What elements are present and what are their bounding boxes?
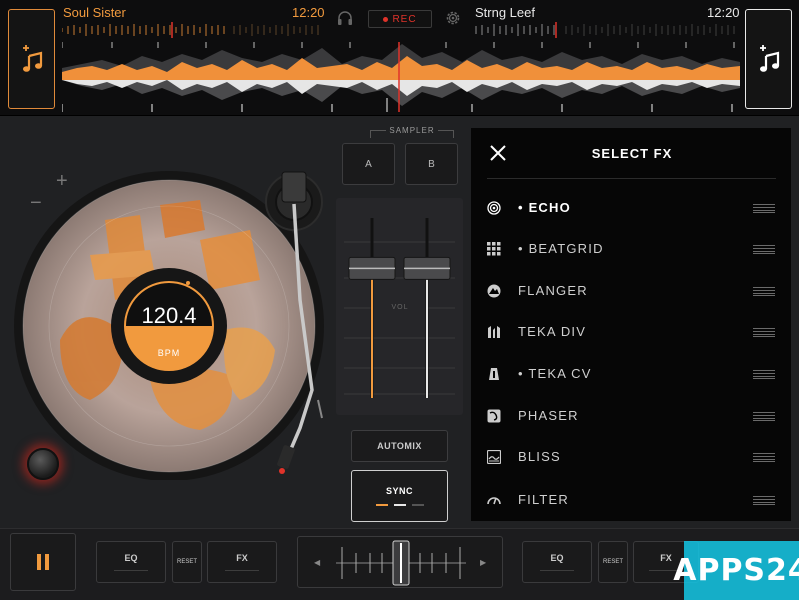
pause-icon bbox=[37, 554, 41, 570]
fx-panel-title: SELECT FX bbox=[591, 146, 673, 161]
crossfader[interactable]: ◀ ▶ bbox=[297, 536, 503, 588]
sampler-pad-a[interactable]: A bbox=[342, 143, 395, 185]
fx-item-label: PHASER bbox=[518, 408, 579, 423]
drag-handle-icon[interactable] bbox=[753, 328, 775, 337]
fx-item-label: TEKA DIV bbox=[518, 324, 587, 339]
sampler-label: SAMPLER bbox=[370, 126, 454, 135]
fx-label: FX bbox=[236, 553, 248, 563]
filter-icon bbox=[487, 497, 501, 505]
drag-handle-icon[interactable] bbox=[753, 496, 775, 505]
phaser-icon bbox=[487, 409, 501, 423]
jog-knob[interactable] bbox=[27, 448, 59, 480]
flanger-icon bbox=[487, 284, 501, 298]
deck-right-title: Strng Leef bbox=[475, 5, 535, 20]
reset-label: RESET bbox=[602, 559, 623, 565]
sync-indicator bbox=[375, 504, 424, 506]
fx-item-echo[interactable]: • ECHO bbox=[471, 192, 791, 226]
drag-handle-icon[interactable] bbox=[753, 412, 775, 421]
teka-cv-icon bbox=[489, 368, 499, 380]
eq-label: EQ bbox=[550, 553, 564, 563]
teka-div-icon bbox=[488, 326, 500, 338]
position-marker-icon bbox=[186, 281, 190, 285]
dj-app: Soul Sister 12:20 Strng Leef 12:20 REC +… bbox=[0, 0, 799, 600]
eq-right-button[interactable]: EQ bbox=[522, 541, 592, 583]
main-waveform bbox=[62, 42, 740, 112]
sync-label: SYNC bbox=[385, 486, 413, 496]
fx-item-beatgrid[interactable]: • BEATGRID bbox=[471, 233, 791, 267]
deck-right-time: 12:20 bbox=[707, 5, 740, 20]
deck-right-mini-waveform bbox=[475, 22, 735, 38]
echo-icon bbox=[487, 201, 501, 215]
add-music-icon bbox=[22, 45, 42, 72]
crossfader-track bbox=[336, 540, 466, 586]
eq-left-button[interactable]: EQ bbox=[96, 541, 166, 583]
fx-item-label: • TEKA CV bbox=[518, 366, 592, 381]
load-track-right-button[interactable] bbox=[745, 9, 792, 109]
fx-item-label: BLISS bbox=[518, 449, 561, 464]
bpm-value: 120.4 bbox=[141, 303, 197, 328]
fx-item-label: FLANGER bbox=[518, 283, 588, 298]
vol-label: VOL bbox=[391, 304, 409, 311]
waveform-header: Soul Sister 12:20 Strng Leef 12:20 REC bbox=[0, 0, 799, 116]
bliss-icon bbox=[487, 450, 501, 464]
fx-item-label: • ECHO bbox=[518, 200, 571, 215]
sampler-pad-b[interactable]: B bbox=[405, 143, 458, 185]
fx-item-phaser[interactable]: PHASER bbox=[471, 400, 791, 434]
fx-item-teka-cv[interactable]: • TEKA CV bbox=[471, 358, 791, 392]
fx-item-teka-div[interactable]: TEKA DIV bbox=[471, 316, 791, 350]
beatgrid-icon bbox=[487, 242, 501, 256]
drag-handle-icon[interactable] bbox=[753, 245, 775, 254]
select-fx-panel: SELECT FX • ECHO • BEATGRID FLANGER TEKA… bbox=[471, 128, 791, 521]
drag-handle-icon[interactable] bbox=[753, 453, 775, 462]
pause-button[interactable] bbox=[10, 533, 76, 591]
waveform-overview[interactable] bbox=[62, 20, 740, 112]
add-music-icon bbox=[759, 45, 779, 72]
fx-item-label: FILTER bbox=[518, 492, 570, 507]
drag-handle-icon[interactable] bbox=[753, 204, 775, 213]
deck-left-time: 12:20 bbox=[292, 5, 325, 20]
deck-left-title: Soul Sister bbox=[63, 5, 126, 20]
fx-item-bliss[interactable]: BLISS bbox=[471, 441, 791, 475]
fx-item-label: • BEATGRID bbox=[518, 241, 604, 256]
reset-left-button[interactable]: RESET bbox=[172, 541, 202, 583]
fx-item-filter[interactable]: FILTER bbox=[471, 484, 791, 518]
automix-button[interactable]: AUTOMIX bbox=[351, 430, 448, 462]
watermark-logo: APPS24 bbox=[673, 541, 799, 600]
drag-handle-icon[interactable] bbox=[753, 370, 775, 379]
reset-right-button[interactable]: RESET bbox=[598, 541, 628, 583]
drag-handle-icon[interactable] bbox=[753, 287, 775, 296]
fx-panel-divider bbox=[487, 178, 776, 179]
deck-left-mini-waveform bbox=[62, 22, 319, 38]
fx-left-button[interactable]: FX bbox=[207, 541, 277, 583]
bpm-label: BPM bbox=[157, 348, 181, 358]
reset-label: RESET bbox=[176, 559, 197, 565]
load-track-left-button[interactable] bbox=[8, 9, 55, 109]
fx-label: FX bbox=[660, 553, 672, 563]
sync-button[interactable]: SYNC bbox=[351, 470, 448, 522]
eq-label: EQ bbox=[124, 553, 138, 563]
fx-item-flanger[interactable]: FLANGER bbox=[471, 275, 791, 309]
